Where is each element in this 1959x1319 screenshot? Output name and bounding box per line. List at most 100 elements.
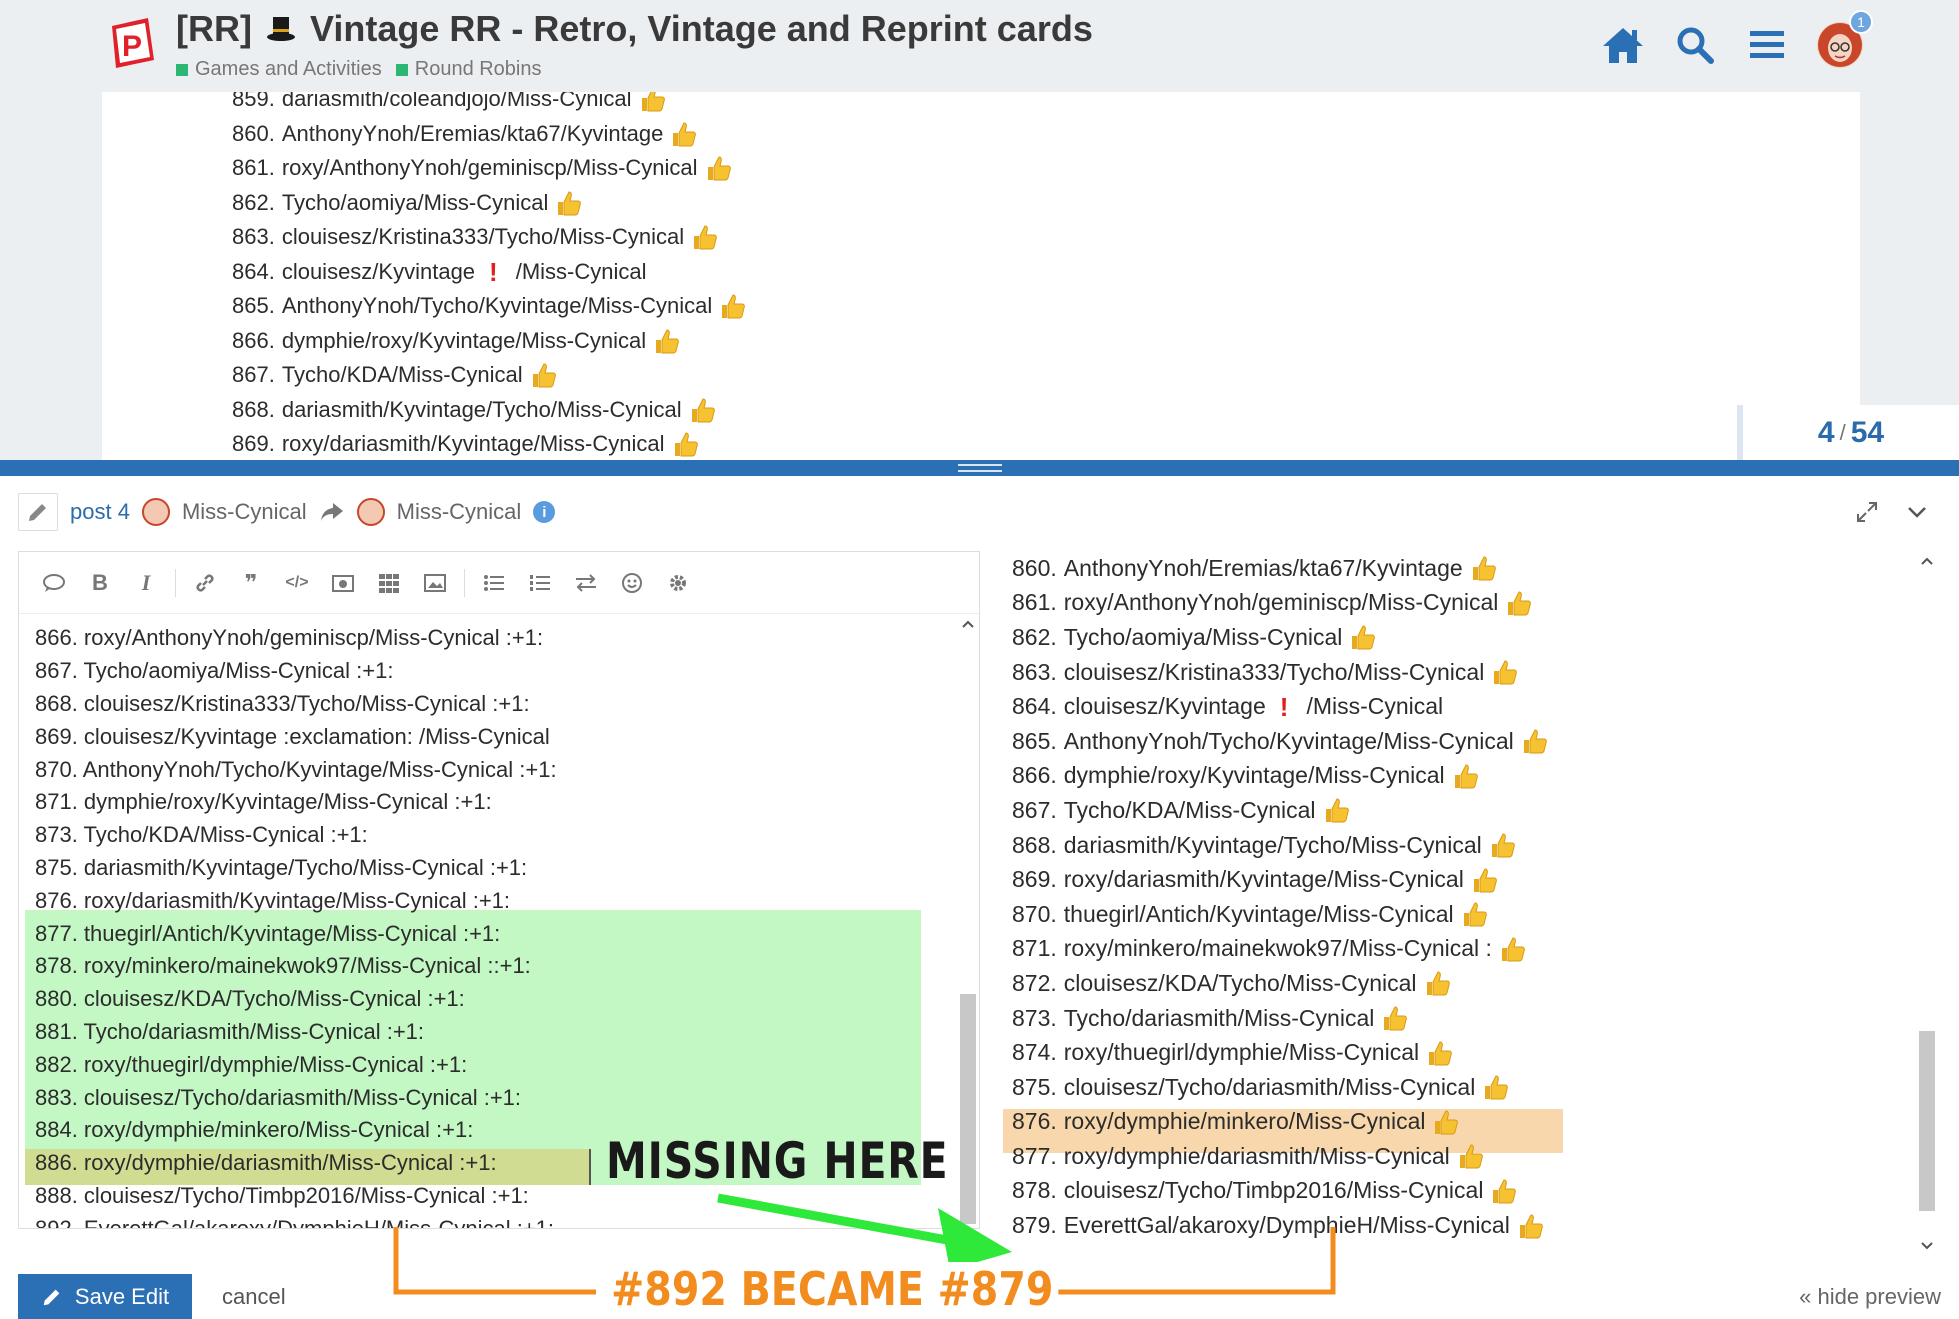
list-item: 876. roxy/dymphie/minkero/Miss-Cynical (1012, 1105, 1548, 1140)
logo-p-icon[interactable]: P (108, 16, 156, 70)
edit-action-button[interactable] (18, 493, 58, 531)
list-item: 873. Tycho/dariasmith/Miss-Cynical (1012, 1001, 1548, 1036)
top-hat-icon (266, 10, 296, 41)
to-username[interactable]: Miss-Cynical (397, 499, 522, 525)
category-games[interactable]: Games and Activities (176, 58, 382, 81)
item-text: AnthonyYnoh/Tycho/Kyvintage/Miss-Cynical (1063, 727, 1514, 754)
from-username[interactable]: Miss-Cynical (182, 499, 307, 525)
emoji-icon[interactable] (611, 562, 653, 604)
list-item: 866. dymphie/roxy/Kyvintage/Miss-Cynical (1012, 759, 1548, 794)
item-number: 862. (232, 189, 275, 215)
editor-toolbar: B I ❞ </> (19, 552, 979, 614)
code-icon[interactable]: </> (276, 562, 318, 604)
category-color-swatch (176, 63, 188, 76)
item-number: 864. (232, 258, 275, 284)
avatar-icon (356, 498, 385, 526)
item-text: AnthonyYnoh/Eremias/kta67/Kyvintage (281, 120, 664, 146)
collapse-icon[interactable] (1905, 500, 1929, 524)
notification-badge[interactable]: 1 (1849, 10, 1873, 34)
editor-line: 880. clouisesz/KDA/Tycho/Miss-Cynical :+… (35, 986, 465, 1012)
category-round-robins[interactable]: Round Robins (395, 58, 542, 81)
hide-preview-link[interactable]: « hide preview (1799, 1284, 1941, 1310)
preview-scrollbar[interactable] (1916, 551, 1938, 1256)
item-text: clouisesz/Kristina333/Tycho/Miss-Cynical (281, 224, 685, 250)
italic-icon[interactable]: I (125, 562, 167, 604)
editor-line: 884. roxy/dymphie/minkero/Miss-Cynical :… (35, 1117, 474, 1143)
quote-bubble-icon[interactable] (33, 562, 75, 604)
user-avatar[interactable]: 1 (1817, 10, 1873, 68)
composer-grip-handle[interactable] (958, 464, 1002, 472)
progress-total: 54 (1850, 415, 1885, 449)
blockquote-icon[interactable]: ❞ (230, 562, 272, 604)
item-text: roxy/dymphie/dariasmith/Miss-Cynical (1063, 1142, 1450, 1169)
thumbs-up-icon (1493, 1179, 1517, 1204)
thumbs-up-icon (1352, 625, 1376, 650)
item-text: dariasmith/coleandjojo/Miss-Cynical (281, 92, 632, 112)
thumbs-up-icon (1491, 833, 1515, 858)
expand-icon[interactable] (1855, 500, 1879, 524)
search-icon[interactable] (1673, 23, 1717, 67)
item-text: Tycho/KDA/Miss-Cynical (281, 362, 523, 388)
item-text: dymphie/roxy/Kyvintage/Miss-Cynical (281, 327, 647, 353)
item-number: 862. (1012, 623, 1057, 650)
item-number: 879. (1012, 1212, 1057, 1239)
cancel-link[interactable]: cancel (222, 1284, 286, 1310)
topic-progress[interactable]: 4/54 (1737, 405, 1959, 460)
editor-scroll-thumb[interactable] (960, 994, 976, 1224)
item-number: 869. (1012, 866, 1057, 893)
image-icon[interactable] (414, 562, 456, 604)
list-item: 862. Tycho/aomiya/Miss-Cynical (232, 186, 746, 221)
editor-lines: 866. roxy/AnthonyYnoh/geminiscp/Miss-Cyn… (35, 622, 557, 1228)
list-item: 879. EverettGal/akaroxy/DymphieH/Miss-Cyn… (1012, 1208, 1548, 1241)
item-text: roxy/dariasmith/Kyvintage/Miss-Cynical (281, 431, 665, 457)
bullet-list-icon[interactable] (473, 562, 515, 604)
thumbs-up-icon (1494, 660, 1518, 685)
thumbs-up-icon (1325, 798, 1349, 823)
bold-icon[interactable]: B (79, 562, 121, 604)
editor-line: 866. roxy/AnthonyYnoh/geminiscp/Miss-Cyn… (35, 625, 544, 651)
table-icon[interactable] (368, 562, 410, 604)
numbered-list-icon[interactable] (519, 562, 561, 604)
hamburger-icon[interactable] (1745, 23, 1789, 67)
editor-line: 876. roxy/dariasmith/Kyvintage/Miss-Cyni… (35, 887, 511, 913)
save-edit-button[interactable]: Save Edit (18, 1274, 192, 1319)
post-link[interactable]: post 4 (70, 499, 130, 525)
composer: post 4 Miss-Cynical Miss-Cynical i B I ❞… (0, 476, 1959, 1319)
list-item: 864. clouisesz/Kyvintage! /Miss-Cynical (1012, 689, 1548, 724)
item-number: 868. (1012, 831, 1057, 858)
editor-line: 867. Tycho/aomiya/Miss-Cynical :+1: (35, 658, 394, 684)
editor-line: 883. clouisesz/Tycho/dariasmith/Miss-Cyn… (35, 1084, 522, 1110)
list-item: 862. Tycho/aomiya/Miss-Cynical (1012, 620, 1548, 655)
share-arrow-icon (320, 503, 343, 521)
item-text: clouisesz/Kyvintage (1063, 693, 1266, 720)
title-prefix: [RR] (176, 8, 252, 49)
item-text: dariasmith/Kyvintage/Tycho/Miss-Cynical (281, 396, 682, 422)
thumbs-up-icon (1435, 1110, 1459, 1135)
item-text: roxy/dymphie/minkero/Miss-Cynical (1063, 1108, 1426, 1135)
item-text: clouisesz/KDA/Tycho/Miss-Cynical (1063, 969, 1417, 996)
pencil-icon (43, 1289, 60, 1306)
editor-scrollbar[interactable] (957, 614, 979, 1228)
editor-line: 892. EverettGal/akaroxy/DymphieH/Miss-Cy… (35, 1212, 557, 1228)
preview-scroll-thumb[interactable] (1919, 1031, 1935, 1211)
topic-title[interactable]: [RR] Vintage RR - Retro, Vintage and Rep… (176, 8, 1093, 50)
gear-icon[interactable] (657, 562, 699, 604)
item-number: 871. (1012, 935, 1057, 962)
home-icon[interactable] (1601, 23, 1645, 67)
toggle-direction-icon[interactable] (565, 562, 607, 604)
item-number: 877. (1012, 1142, 1057, 1169)
thumbs-up-icon (1508, 591, 1532, 616)
upload-image-icon[interactable] (322, 562, 364, 604)
info-icon[interactable]: i (533, 501, 556, 523)
link-icon[interactable] (184, 562, 226, 604)
item-number: 874. (1012, 1039, 1057, 1066)
list-item: 865. AnthonyYnoh/Tycho/Kyvintage/Miss-Cyn… (232, 289, 746, 324)
list-item: 867. Tycho/KDA/Miss-Cynical (232, 358, 746, 393)
item-number: 863. (232, 224, 275, 250)
item-text: Tycho/dariasmith/Miss-Cynical (1063, 1004, 1375, 1031)
thumbs-up-icon (656, 329, 680, 354)
item-number: 864. (1012, 693, 1057, 720)
item-number: 863. (1012, 658, 1057, 685)
editor-line: 888. clouisesz/Tycho/Timbp2016/Miss-Cyni… (35, 1182, 529, 1208)
item-number: 859. (232, 92, 275, 112)
